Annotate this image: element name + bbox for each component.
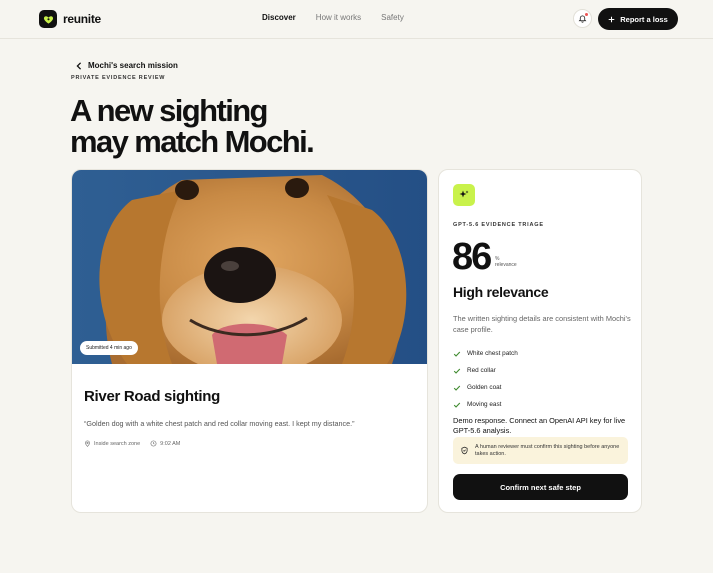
page-title-line-2: may match Mochi. bbox=[70, 124, 315, 159]
list-item: White chest patch bbox=[453, 345, 518, 362]
submitted-badge: Submitted 4 min ago bbox=[80, 341, 138, 355]
sighting-meta: Inside search zone 9:02 AM bbox=[84, 440, 180, 447]
list-item: Golden coat bbox=[453, 379, 518, 396]
sighting-card: Submitted 4 min ago River Road sighting … bbox=[71, 169, 428, 513]
sighting-description: “Golden dog with a white chest patch and… bbox=[84, 419, 355, 428]
score-unit-group: % relevance bbox=[495, 256, 517, 268]
page-eyebrow: PRIVATE EVIDENCE REVIEW bbox=[71, 75, 166, 81]
nav-safety[interactable]: Safety bbox=[381, 13, 404, 22]
back-link-label: Mochi's search mission bbox=[88, 61, 178, 70]
match-list: White chest patch Red collar Golden coat… bbox=[453, 345, 518, 413]
list-item: Red collar bbox=[453, 362, 518, 379]
check-icon bbox=[453, 351, 461, 357]
logo[interactable]: reunite bbox=[39, 10, 101, 28]
human-review-notice: A human reviewer must confirm this sight… bbox=[453, 437, 628, 464]
report-loss-label: Report a loss bbox=[620, 14, 668, 24]
brand-name: reunite bbox=[63, 12, 101, 26]
match-label: White chest patch bbox=[467, 350, 518, 357]
page-title: A new sighting may match Mochi. bbox=[70, 95, 430, 157]
location-text: Inside search zone bbox=[94, 440, 141, 447]
sparkle-icon bbox=[453, 184, 475, 206]
back-link[interactable]: Mochi's search mission bbox=[76, 61, 178, 70]
nav-how-it-works[interactable]: How it works bbox=[316, 13, 361, 22]
sighting-title: River Road sighting bbox=[84, 388, 220, 405]
list-item: Moving east bbox=[453, 396, 518, 413]
check-icon bbox=[453, 402, 461, 408]
relevance-title: High relevance bbox=[453, 284, 549, 300]
match-label: Golden coat bbox=[467, 384, 502, 391]
nav-discover[interactable]: Discover bbox=[262, 13, 296, 22]
sighting-photo bbox=[72, 170, 427, 364]
relevance-score: 86 bbox=[452, 236, 492, 278]
relevance-description: The written sighting details are consist… bbox=[453, 314, 631, 334]
shield-check-icon bbox=[461, 446, 468, 455]
map-pin-icon bbox=[85, 440, 90, 447]
triage-card: GPT-5.6 EVIDENCE TRIAGE 86 % relevance H… bbox=[438, 169, 642, 513]
check-icon bbox=[453, 385, 461, 391]
demo-note: Demo response. Connect an OpenAI API key… bbox=[453, 416, 626, 435]
page-title-line-1: A new sighting bbox=[70, 93, 268, 128]
time-text: 9:02 AM bbox=[160, 440, 181, 447]
notice-text: A human reviewer must confirm this sight… bbox=[475, 443, 620, 457]
heart-logo-icon bbox=[39, 10, 57, 28]
triage-label: GPT-5.6 EVIDENCE TRIAGE bbox=[453, 222, 544, 228]
match-label: Moving east bbox=[467, 401, 502, 408]
top-bar: reunite Discover How it works Safety Rep… bbox=[0, 0, 713, 39]
notification-dot bbox=[585, 13, 588, 16]
report-loss-button[interactable]: Report a loss bbox=[598, 8, 678, 30]
score-caption: relevance bbox=[495, 262, 517, 268]
location-meta: Inside search zone bbox=[84, 440, 140, 447]
match-label: Red collar bbox=[467, 367, 496, 374]
chevron-left-icon bbox=[76, 61, 82, 70]
clock-icon bbox=[150, 440, 157, 447]
time-meta: 9:02 AM bbox=[150, 440, 180, 447]
notifications-button[interactable] bbox=[573, 9, 592, 28]
plus-icon bbox=[608, 16, 615, 22]
confirm-next-step-button[interactable]: Confirm next safe step bbox=[453, 474, 628, 500]
check-icon bbox=[453, 368, 461, 374]
main-nav: Discover How it works Safety bbox=[262, 13, 404, 22]
